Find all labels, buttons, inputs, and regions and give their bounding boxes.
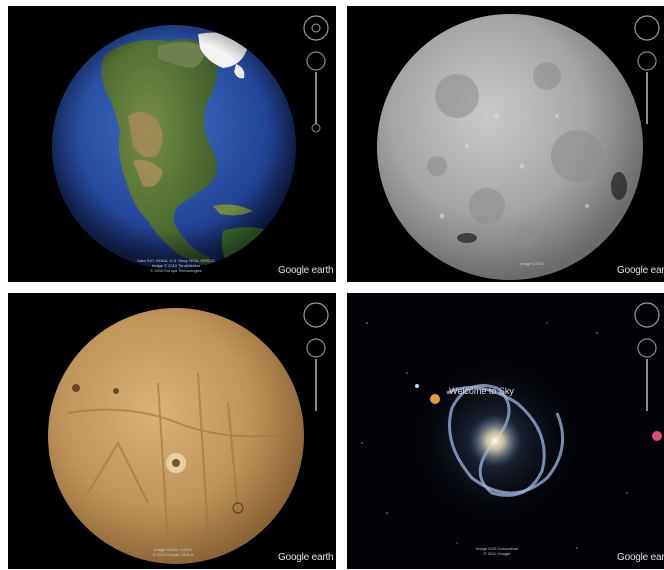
sky-view-panel[interactable]: Welcome to Sky Image DSS Consortium © 20… — [347, 293, 664, 569]
navigation-controls[interactable] — [634, 15, 660, 124]
mars-view-panel[interactable]: Image NASA / USGS © 2010 Google, MOLA Go… — [8, 293, 336, 569]
moon-globe[interactable] — [347, 6, 664, 282]
imagery-attribution: Image USGS — [497, 261, 567, 266]
google-earth-logo: Google earth — [278, 265, 334, 276]
look-around-ring-icon[interactable] — [303, 302, 329, 328]
welcome-message: Welcome to Sky — [449, 386, 514, 396]
attribution-line: © 2010 Google, MOLA — [152, 552, 194, 557]
mars-globe[interactable] — [8, 293, 336, 569]
imagery-attribution: Image NASA / USGS © 2010 Google, MOLA — [128, 547, 218, 557]
attribution-line: © 2010 Google — [483, 551, 511, 556]
google-earth-logo: Google earth — [617, 552, 664, 563]
earth-globe[interactable] — [8, 6, 336, 282]
move-ring-icon[interactable] — [306, 338, 326, 358]
imagery-attribution: Image DSS Consortium © 2010 Google — [457, 546, 537, 556]
earth-view-panel[interactable]: Data SIO, NOAA, U.S. Navy, NGA, GEBCO Im… — [8, 6, 336, 282]
look-around-ring-icon[interactable] — [303, 15, 329, 41]
moon-view-panel[interactable]: Image USGS Google earth — [347, 6, 664, 282]
sky-galaxy[interactable] — [347, 293, 664, 569]
move-ring-icon[interactable] — [637, 51, 657, 71]
google-earth-logo: Google earth — [617, 265, 664, 276]
move-ring-icon[interactable] — [306, 51, 326, 71]
google-earth-logo: Google earth — [278, 552, 334, 563]
look-around-ring-icon[interactable] — [634, 15, 660, 41]
imagery-attribution: Data SIO, NOAA, U.S. Navy, NGA, GEBCO Im… — [128, 258, 224, 273]
attribution-line: © 2010 Europa Technologies — [150, 268, 202, 273]
navigation-controls[interactable] — [303, 15, 329, 133]
navigation-controls[interactable] — [303, 302, 329, 411]
attribution-line: Image USGS — [520, 261, 544, 266]
